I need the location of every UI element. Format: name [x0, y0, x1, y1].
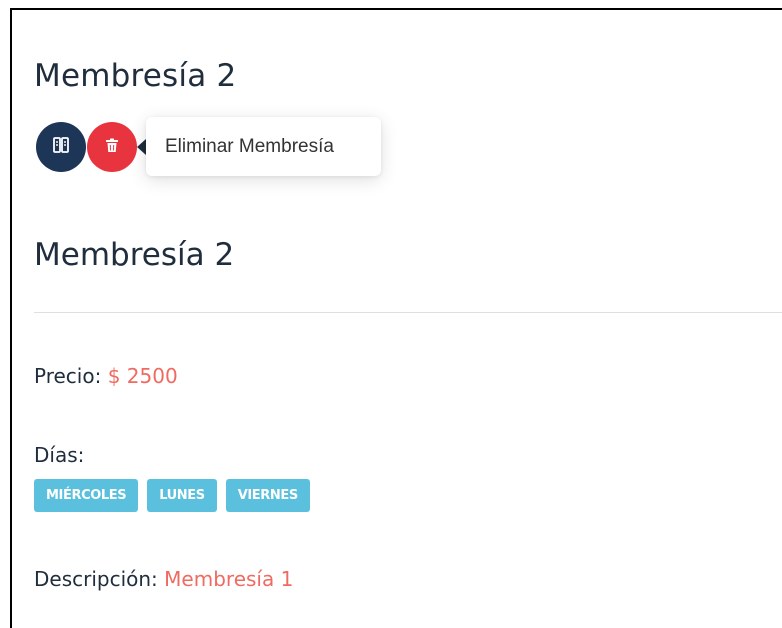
delete-tooltip: Eliminar Membresía	[146, 117, 381, 176]
price-value: $ 2500	[108, 364, 178, 388]
membership-title: Membresía 2	[34, 237, 234, 273]
description-value: Membresía 1	[164, 567, 293, 591]
trash-icon	[105, 138, 119, 157]
tooltip-text: Eliminar Membresía	[165, 136, 334, 158]
day-tag-miercoles: MIÉRCOLES	[34, 479, 138, 512]
edit-button[interactable]	[36, 122, 86, 172]
divider	[34, 312, 782, 313]
price-field: Precio: $ 2500	[34, 364, 178, 388]
day-tag-lunes: LUNES	[147, 479, 217, 512]
page-frame	[10, 8, 782, 628]
days-tags: MIÉRCOLES LUNES VIERNES	[34, 479, 310, 512]
delete-button[interactable]	[87, 122, 137, 172]
price-label: Precio:	[34, 364, 101, 388]
days-label: Días:	[34, 443, 84, 467]
tooltip-arrow	[137, 139, 146, 155]
columns-icon	[53, 137, 69, 157]
day-tag-viernes: VIERNES	[226, 479, 310, 512]
description-label: Descripción:	[34, 567, 158, 591]
page-title: Membresía 2	[34, 58, 236, 94]
days-field: Días:	[34, 443, 84, 467]
description-field: Descripción: Membresía 1	[34, 567, 293, 591]
